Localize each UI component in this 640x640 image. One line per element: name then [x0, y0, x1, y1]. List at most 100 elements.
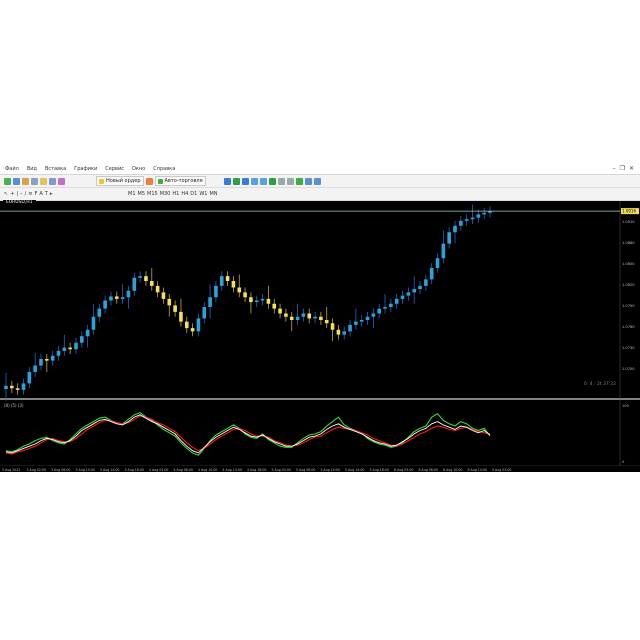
menu-insert[interactable]: Вставка [44, 166, 67, 172]
meta-editor-icon[interactable] [145, 177, 153, 185]
market-watch-icon[interactable] [22, 177, 29, 185]
chart-tools [224, 177, 321, 185]
candle-body [126, 290, 131, 298]
timeframe-d1[interactable]: D1 [190, 191, 197, 197]
candle-body [260, 298, 265, 301]
candlestick-icon[interactable] [233, 177, 240, 185]
candle-body [365, 316, 370, 320]
timeframe-tools: M1 M5 M15 M30 H1 H4 D1 W1 MN [128, 190, 218, 198]
indicators-icon[interactable] [296, 177, 303, 185]
file-tools [4, 177, 65, 185]
vertical-line-icon[interactable]: | [16, 191, 18, 197]
auto-scroll-icon[interactable] [278, 177, 285, 185]
chart-shift-icon[interactable] [287, 177, 294, 185]
price-tick-label: 1.0700 [622, 367, 635, 371]
candle-body [132, 277, 137, 291]
chart-tab[interactable]: EURUSD,H1 [3, 200, 36, 206]
candle-body [103, 300, 107, 309]
menu-charts[interactable]: Графики [73, 166, 98, 172]
candle-body [120, 297, 125, 299]
timeframe-m1[interactable]: M1 [128, 191, 136, 197]
horizontal-line-icon[interactable]: – [20, 191, 23, 197]
timeframe-h1[interactable]: H1 [172, 191, 179, 197]
candle-body [324, 320, 329, 324]
cursor-icon[interactable]: ↖ [4, 191, 8, 197]
price-chart[interactable]: 1.0916 1.0910 1.0880 1.0850 1.0820 1.0790 1.07… [0, 201, 640, 472]
candle-body [482, 212, 486, 215]
candle-body [441, 243, 446, 259]
time-tick-label: 3 Aug 06:00 [51, 468, 70, 472]
candle-body [371, 313, 376, 317]
candle-body [45, 359, 49, 361]
periods-icon[interactable] [305, 177, 312, 185]
menu-view[interactable]: Вид [26, 166, 38, 172]
time-tick-label: 4 Aug 06:00 [174, 468, 193, 472]
strategy-tester-icon[interactable] [58, 177, 65, 185]
candle-body [21, 383, 26, 390]
candle-body [307, 313, 312, 319]
candle-body [179, 311, 183, 322]
order-tools: Новый ордер Авто-торговля [96, 176, 206, 186]
new-order-icon [99, 178, 104, 184]
menu-file[interactable]: Файл [4, 166, 20, 172]
crosshair-icon[interactable]: + [10, 191, 14, 197]
menu-tools[interactable]: Сервис [104, 166, 125, 172]
candle-body [173, 305, 177, 312]
timeframe-m5[interactable]: M5 [138, 191, 146, 197]
timeframe-mn[interactable]: MN [209, 191, 217, 197]
terminal-icon[interactable] [49, 177, 56, 185]
close-icon[interactable]: ✕ [629, 165, 634, 172]
profiles-icon[interactable] [13, 177, 20, 185]
price-tick-label: 1.0820 [622, 283, 635, 287]
line-chart-icon[interactable] [242, 177, 249, 185]
trendline-icon[interactable]: / [25, 191, 27, 197]
shapes-icon[interactable]: ▸ [50, 191, 53, 197]
fibonacci-icon[interactable]: F [34, 191, 37, 197]
bar-chart-icon[interactable] [224, 177, 231, 185]
candle-body [167, 298, 172, 306]
timeframe-h4[interactable]: H4 [181, 191, 188, 197]
templates-icon[interactable] [314, 177, 321, 185]
candle-body [336, 329, 341, 335]
time-tick-label: 5 Aug 18:00 [370, 468, 389, 472]
text-icon[interactable]: A [39, 191, 42, 197]
new-chart-icon[interactable] [4, 177, 11, 185]
candle-body [219, 276, 224, 286]
timeframe-m30[interactable]: M30 [160, 191, 171, 197]
candle-body [202, 307, 207, 319]
zoom-out-icon[interactable] [260, 177, 267, 185]
timeframe-w1[interactable]: W1 [199, 191, 207, 197]
candle-body [447, 232, 451, 244]
candle-body [289, 316, 294, 320]
time-tick-label: 5 Aug 03:00 [272, 468, 291, 472]
new-order-button[interactable]: Новый ордер [96, 176, 144, 186]
candle-body [359, 320, 364, 322]
candle-body [10, 385, 14, 389]
minimize-icon[interactable]: – [613, 165, 616, 172]
candle-body [74, 342, 78, 350]
candle-body [319, 316, 323, 320]
window-controls: – ❐ ✕ [613, 165, 634, 172]
navigator-icon[interactable] [40, 177, 47, 185]
label-icon[interactable]: T [45, 191, 48, 197]
candle-body [208, 297, 212, 307]
menu-window[interactable]: Окно [131, 166, 146, 172]
time-tick-label: 3 Aug 02:00 [27, 468, 46, 472]
channel-icon[interactable]: ≡ [28, 191, 32, 197]
timeframe-m15[interactable]: M15 [147, 191, 158, 197]
candle-body [429, 268, 434, 280]
menu-help[interactable]: Справка [152, 166, 176, 172]
time-tick-label: 5 Aug 10:00 [321, 468, 340, 472]
candle-body [196, 318, 201, 332]
standard-toolbar: Новый ордер Авто-торговля [0, 175, 640, 188]
drawing-toolbar: ↖ + | – / ≡ F A T ▸ M1 M5 M15 M30 H1 H4 … [0, 188, 640, 201]
autotrading-button[interactable]: Авто-торговля [154, 176, 206, 186]
restore-icon[interactable]: ❐ [620, 165, 625, 172]
time-tick-label: 8 Aug 14:00 [468, 468, 487, 472]
zoom-in-icon[interactable] [251, 177, 258, 185]
price-tick-label: 1.0790 [622, 304, 635, 308]
autotrading-label: Авто-торговля [164, 178, 203, 184]
data-window-icon[interactable] [31, 177, 38, 185]
candle-body [295, 316, 300, 320]
tile-windows-icon[interactable] [269, 177, 276, 185]
